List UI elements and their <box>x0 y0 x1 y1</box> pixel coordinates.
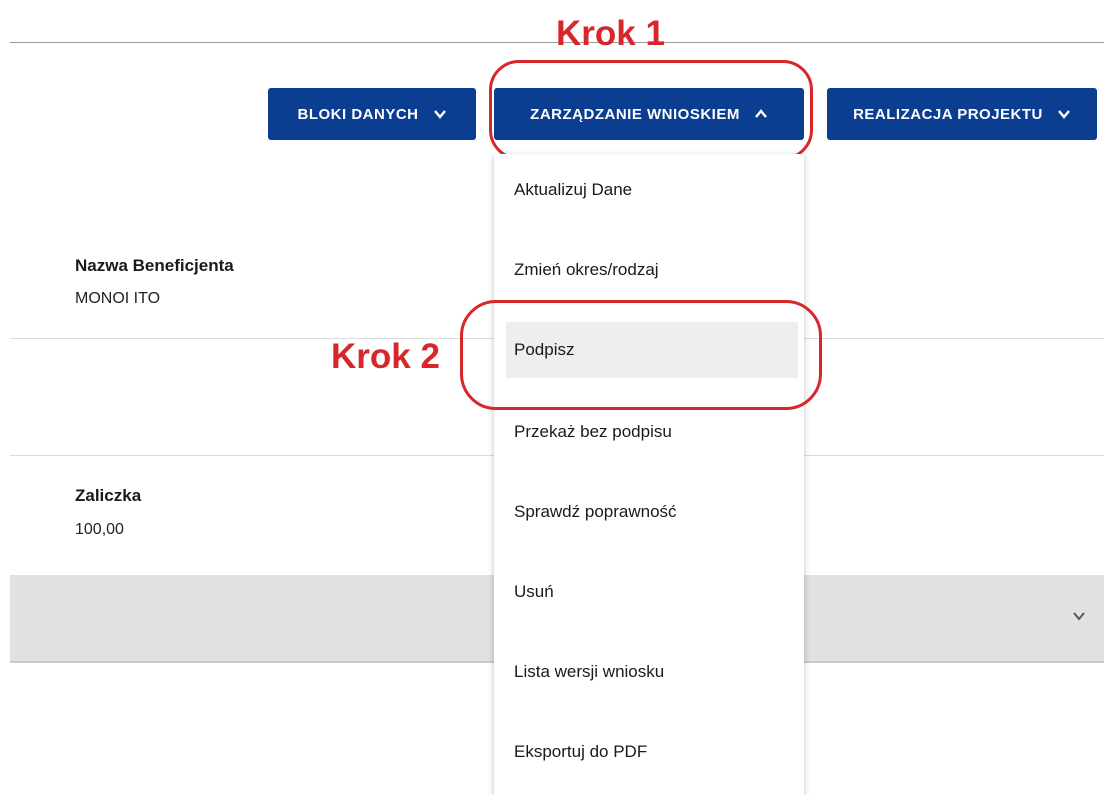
bloki-danych-label: BLOKI DANYCH <box>297 105 419 123</box>
menu-item-aktualizuj-dane[interactable]: Aktualizuj Dane <box>506 162 798 218</box>
beneficjent-value: MONOI ITO <box>75 290 161 307</box>
zarzadzanie-wnioskiem-label: ZARZĄDZANIE WNIOSKIEM <box>530 105 740 123</box>
realizacja-projektu-button[interactable]: REALIZACJA PROJEKTU <box>827 88 1097 140</box>
menu-item-eksportuj-pdf[interactable]: Eksportuj do PDF <box>506 724 798 780</box>
zaliczka-label: Zaliczka <box>75 486 142 505</box>
beneficjent-label: Nazwa Beneficjenta <box>75 256 234 275</box>
menu-item-zmien-okres[interactable]: Zmień okres/rodzaj <box>506 242 798 298</box>
step-1-annotation: Krok 1 <box>556 14 665 53</box>
chevron-up-icon <box>754 107 768 121</box>
menu-item-przekaz-bez-podpisu[interactable]: Przekaż bez podpisu <box>506 404 798 460</box>
zaliczka-value: 100,00 <box>75 521 124 538</box>
menu-item-usun[interactable]: Usuń <box>506 564 798 620</box>
bloki-danych-button[interactable]: BLOKI DANYCH <box>268 88 476 140</box>
realizacja-projektu-label: REALIZACJA PROJEKTU <box>853 105 1043 123</box>
step-2-annotation: Krok 2 <box>331 337 440 376</box>
chevron-down-icon <box>433 107 447 121</box>
menu-item-podpisz[interactable]: Podpisz <box>506 322 798 378</box>
menu-item-sprawdz-poprawnosc[interactable]: Sprawdź poprawność <box>506 484 798 540</box>
menu-item-lista-wersji[interactable]: Lista wersji wniosku <box>506 644 798 700</box>
zarzadzanie-dropdown-menu: Aktualizuj Dane Zmień okres/rodzaj Podpi… <box>494 154 804 795</box>
chevron-down-icon <box>1057 107 1071 121</box>
chevron-down-icon[interactable] <box>1072 609 1086 623</box>
zarzadzanie-wnioskiem-button[interactable]: ZARZĄDZANIE WNIOSKIEM <box>494 88 804 140</box>
